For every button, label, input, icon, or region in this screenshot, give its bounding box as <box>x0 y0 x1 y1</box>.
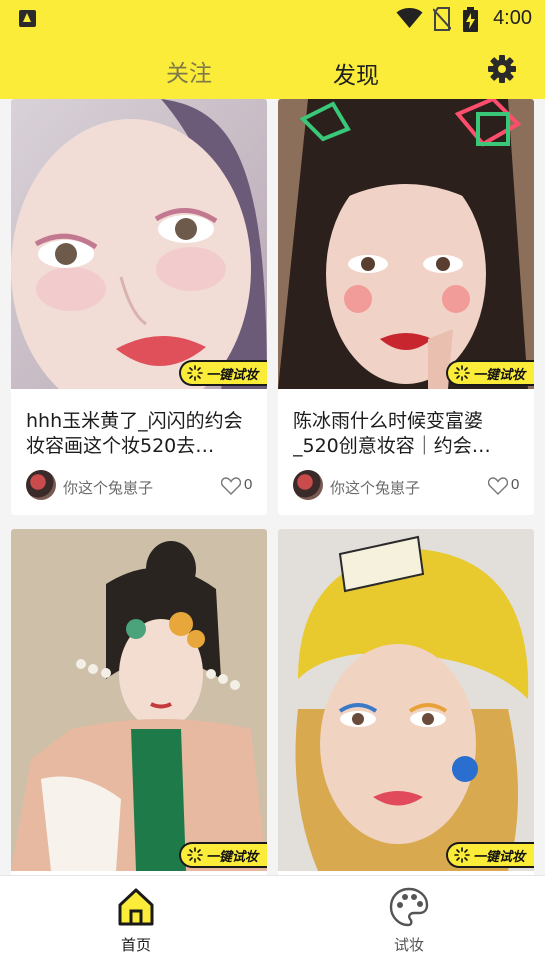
card-title[interactable]: 陈冰雨什么时候变富婆_520创意妆容｜约会… <box>293 409 523 459</box>
makeup-photo[interactable] <box>11 99 267 389</box>
like-count: 0 <box>511 476 520 493</box>
sparkle-icon <box>454 847 470 863</box>
look-card[interactable]: 一键试妆 hhh玉米黄了_闪闪的约会妆容画这个妆520去… 你这个兔崽子 0 <box>11 99 267 515</box>
nav-try-makeup-label: 试妆 <box>393 936 424 954</box>
sparkle-icon <box>187 847 203 863</box>
makeup-photo[interactable] <box>278 529 534 871</box>
avatar[interactable] <box>26 470 56 500</box>
makeup-photo[interactable] <box>278 99 534 389</box>
wifi-icon <box>396 8 423 28</box>
one-tap-try-button[interactable]: 一键试妆 <box>446 360 534 386</box>
sparkle-icon <box>187 365 203 381</box>
tab-follow[interactable]: 关注 <box>166 54 212 88</box>
discover-feed[interactable]: 一键试妆 hhh玉米黄了_闪闪的约会妆容画这个妆520去… 你这个兔崽子 0 一… <box>0 99 545 875</box>
top-header: 关注 发现 <box>0 38 545 99</box>
card-meta: 你这个兔崽子 0 <box>26 470 256 500</box>
card-title[interactable]: hhh玉米黄了_闪闪的约会妆容画这个妆520去… <box>26 409 256 459</box>
look-card[interactable]: 一键试妆 <box>278 529 534 875</box>
heart-icon[interactable] <box>221 477 241 495</box>
one-tap-try-button[interactable]: 一键试妆 <box>446 842 534 868</box>
clock-time: 4:00 <box>493 7 532 29</box>
makeup-photo[interactable] <box>11 529 267 871</box>
author-name[interactable]: 你这个兔崽子 <box>63 477 153 498</box>
look-card[interactable]: 一键试妆 <box>11 529 267 875</box>
gear-icon[interactable] <box>488 55 516 83</box>
battery-charging-icon <box>463 7 478 32</box>
tab-discover[interactable]: 发现 <box>333 56 379 90</box>
nav-try-makeup[interactable]: 试妆 <box>369 886 449 955</box>
app-notification-icon <box>19 10 36 27</box>
sparkle-icon <box>454 365 470 381</box>
badge-label: 一键试妆 <box>473 849 526 865</box>
author-name[interactable]: 你这个兔崽子 <box>330 477 420 498</box>
palette-icon <box>389 887 429 927</box>
one-tap-try-button[interactable]: 一键试妆 <box>179 360 267 386</box>
one-tap-try-button[interactable]: 一键试妆 <box>179 842 267 868</box>
home-icon <box>118 888 154 926</box>
nav-home-label: 首页 <box>120 936 151 954</box>
badge-label: 一键试妆 <box>206 849 259 865</box>
avatar[interactable] <box>293 470 323 500</box>
badge-label: 一键试妆 <box>473 367 526 383</box>
bottom-navigation: 首页 试妆 <box>0 875 545 970</box>
nav-home[interactable]: 首页 <box>96 886 176 955</box>
status-bar: 4:00 <box>0 0 545 38</box>
look-card[interactable]: 一键试妆 陈冰雨什么时候变富婆_520创意妆容｜约会… 你这个兔崽子 0 <box>278 99 534 515</box>
badge-label: 一键试妆 <box>206 367 259 383</box>
heart-icon[interactable] <box>488 477 508 495</box>
like-count: 0 <box>244 476 253 493</box>
card-meta: 你这个兔崽子 0 <box>293 470 523 500</box>
no-sim-icon <box>433 7 451 31</box>
